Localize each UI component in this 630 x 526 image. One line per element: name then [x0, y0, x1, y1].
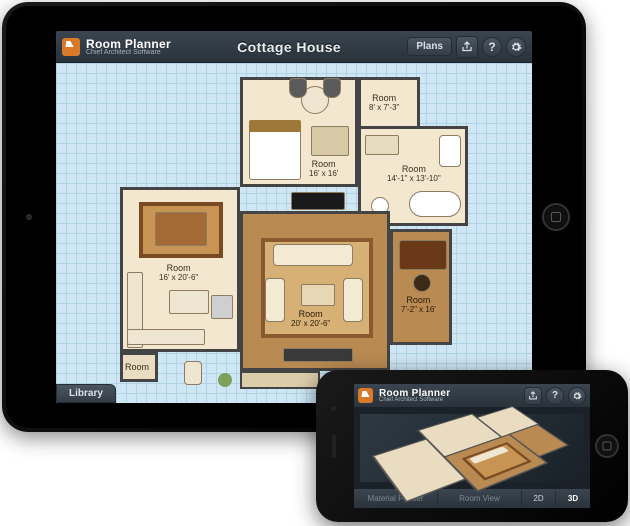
chair-icon — [289, 78, 307, 98]
vanity-icon — [365, 135, 399, 155]
armchair-icon — [343, 278, 363, 322]
iphone-3d-canvas[interactable] — [354, 408, 590, 488]
toolbar-actions: Plans ? — [407, 36, 526, 58]
iphone-camera — [331, 406, 336, 411]
ipad-home-button[interactable] — [542, 203, 570, 231]
app-logo-icon — [358, 388, 373, 403]
help-icon: ? — [552, 390, 558, 401]
counter-icon — [127, 329, 205, 345]
sofa-icon — [273, 244, 353, 266]
room-label-dim: 14'-1" x 13'-10" — [387, 175, 441, 184]
ipad-toolbar: Room Planner Chief Architect Software Co… — [56, 31, 532, 63]
shower-icon — [439, 135, 461, 167]
desk-icon — [399, 240, 447, 270]
settings-button[interactable] — [506, 37, 526, 57]
dining-table-icon — [155, 212, 207, 246]
porch[interactable] — [240, 371, 320, 389]
iso-view — [360, 414, 584, 482]
plant-icon — [218, 373, 232, 387]
room-label-dim: 20' x 20'-6" — [291, 320, 330, 329]
app-brand: Room Planner Chief Architect Software — [358, 388, 450, 403]
plan-title: Cottage House — [177, 39, 401, 55]
tv-stand-icon — [283, 348, 353, 362]
library-button[interactable]: Library — [56, 384, 116, 403]
share-button[interactable] — [456, 36, 478, 58]
room-label-dim: 8' x 7'-3" — [369, 104, 399, 113]
chair-icon — [323, 78, 341, 98]
settings-button[interactable] — [568, 387, 586, 405]
app-subtitle: Chief Architect Software — [379, 397, 450, 403]
bathtub-icon — [409, 191, 461, 217]
tab-3d[interactable]: 3D — [556, 491, 590, 506]
app-logo-icon — [62, 38, 80, 56]
floorplan-canvas[interactable]: Room 16' x 16' Room 8' x 7'-3" — [56, 63, 532, 403]
room-dining[interactable]: Room 16' x 20'-6" — [120, 187, 240, 352]
desk-chair-icon — [413, 274, 431, 292]
iso-sofa-icon — [469, 446, 509, 463]
ipad-screen: Room Planner Chief Architect Software Co… — [56, 31, 532, 403]
room-living[interactable]: Room 20' x 20'-6" — [240, 211, 390, 371]
iphone-toolbar: Room Planner Chief Architect Software ? — [354, 384, 590, 408]
dresser-icon — [311, 126, 349, 156]
room-label-dim: 16' x 20'-6" — [159, 274, 198, 283]
room-study[interactable]: Room 7'-2" x 16' — [390, 229, 452, 345]
room-label-dim: 7'-2" x 16' — [401, 306, 436, 315]
ipad-device: Room Planner Chief Architect Software Co… — [2, 2, 586, 432]
room-closet[interactable]: Room 8' x 7'-3" — [358, 77, 420, 129]
ipad-camera — [26, 214, 32, 220]
headboard-icon — [249, 120, 301, 132]
plans-button[interactable]: Plans — [407, 37, 452, 56]
coffee-table-icon — [301, 284, 335, 306]
app-brand-text: Room Planner Chief Architect Software — [86, 37, 171, 56]
app-brand-text: Room Planner Chief Architect Software — [379, 388, 450, 403]
room-label-name: Room — [125, 363, 149, 373]
tab-2d[interactable]: 2D — [522, 491, 556, 506]
bench-icon — [184, 361, 202, 385]
help-icon: ? — [488, 40, 495, 54]
fridge-icon — [211, 295, 233, 319]
floor-plan[interactable]: Room 16' x 16' Room 8' x 7'-3" — [68, 65, 518, 393]
room-bedroom[interactable]: Room 16' x 16' — [240, 77, 358, 187]
iphone-screen: Room Planner Chief Architect Software ? — [354, 384, 590, 508]
armchair-icon — [265, 278, 285, 322]
app-brand: Room Planner Chief Architect Software — [62, 37, 171, 56]
island-icon — [169, 290, 209, 314]
share-button[interactable] — [524, 387, 542, 405]
room-pantry[interactable]: Room — [120, 352, 158, 382]
app-subtitle: Chief Architect Software — [86, 49, 171, 56]
gear-icon — [510, 41, 522, 53]
help-button[interactable]: ? — [546, 387, 564, 405]
share-icon — [528, 391, 538, 401]
iphone-device: Room Planner Chief Architect Software ? — [316, 370, 628, 522]
iphone-speaker — [332, 434, 336, 458]
help-button[interactable]: ? — [482, 37, 502, 57]
share-icon — [461, 41, 473, 53]
piano-icon — [291, 192, 345, 210]
room-label-dim: 16' x 16' — [309, 170, 338, 179]
iphone-home-button[interactable] — [595, 434, 619, 458]
gear-icon — [572, 391, 582, 401]
